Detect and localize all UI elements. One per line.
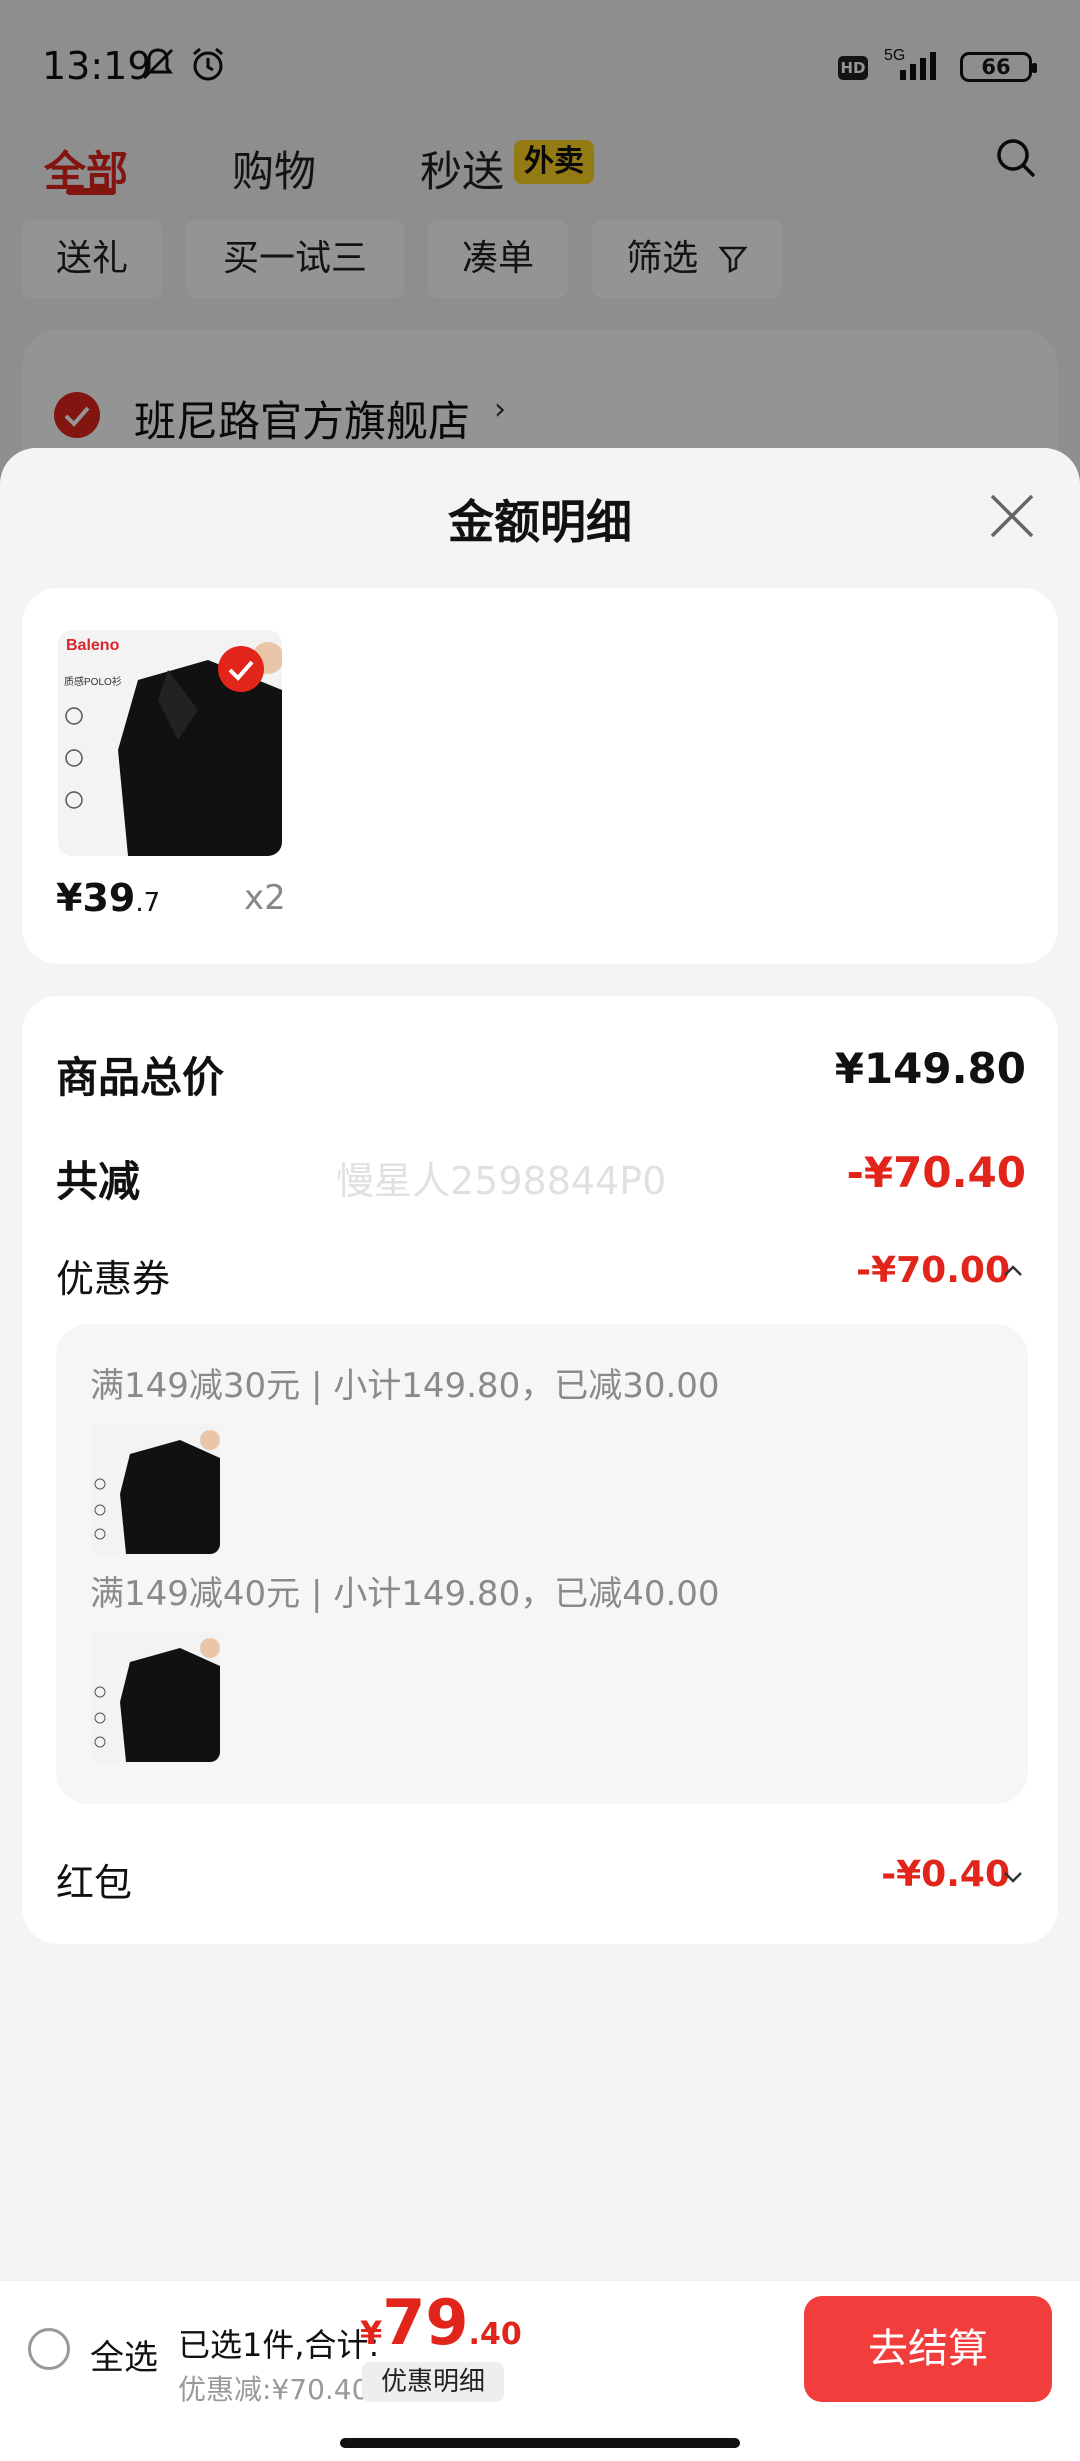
total-price-dec: .40 xyxy=(468,2317,522,2352)
discount-value: -¥70.40 xyxy=(846,1148,1026,1197)
product-price-dec: .7 xyxy=(135,888,161,918)
chevron-up-icon[interactable] xyxy=(1000,1258,1026,1284)
watermark-text: 慢星人2598844P0 xyxy=(336,1159,667,1203)
coupon-value[interactable]: -¥70.00 xyxy=(856,1250,1010,1291)
brand-logo: Baleno xyxy=(66,637,120,654)
saved-amount: 优惠减:¥70.40 xyxy=(178,2373,370,2406)
coupon-line-1: 满149减30元 | 小计149.80，已减30.00 xyxy=(90,1366,720,1406)
sheet-title: 金额明细 xyxy=(448,495,632,549)
select-all-label[interactable]: 全选 xyxy=(90,2330,158,2379)
image-caption: 质感POLO衫 xyxy=(64,675,122,688)
redpacket-label[interactable]: 红包 xyxy=(56,1852,132,1907)
select-all-radio[interactable] xyxy=(28,2328,70,2370)
chevron-down-icon[interactable] xyxy=(1000,1864,1026,1890)
home-indicator[interactable] xyxy=(340,2438,740,2448)
total-value: ¥149.80 xyxy=(834,1044,1026,1093)
selected-summary: 已选1件,合计: xyxy=(178,2326,380,2364)
product-check-icon[interactable] xyxy=(218,646,264,692)
discount-label: 共减 xyxy=(56,1157,141,1206)
redpacket-value[interactable]: -¥0.40 xyxy=(881,1854,1010,1895)
coupon-line-2: 满149减40元 | 小计149.80，已减40.00 xyxy=(90,1574,720,1614)
coupon-label[interactable]: 优惠券 xyxy=(56,1248,170,1303)
product-quantity: x2 xyxy=(244,878,286,918)
checkout-button[interactable]: 去结算 xyxy=(804,2296,1052,2402)
total-price: ¥79.40 xyxy=(360,2286,522,2359)
close-icon[interactable] xyxy=(986,490,1038,542)
total-label: 商品总价 xyxy=(56,1053,225,1102)
total-price-int: 79 xyxy=(382,2286,469,2359)
coupon-product-image-2 xyxy=(90,1632,220,1762)
coupon-product-image-1 xyxy=(90,1424,220,1554)
total-price-currency: ¥ xyxy=(360,2314,383,2352)
product-price-int: ¥39 xyxy=(56,876,136,920)
discount-detail-button[interactable]: 优惠明细 xyxy=(362,2362,504,2402)
product-price: ¥39.7 xyxy=(56,876,160,920)
